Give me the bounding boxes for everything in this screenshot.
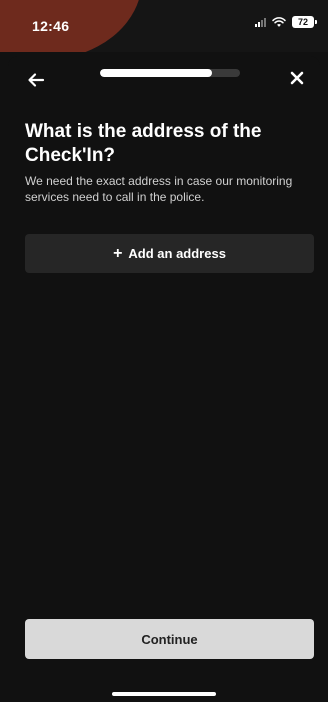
status-time: 12:46 [32,18,70,34]
status-icons: 72 [255,16,317,28]
add-address-button[interactable]: + Add an address [25,234,314,273]
plus-icon: + [113,244,123,262]
status-bar-accent [0,0,142,52]
signal-icon [255,17,266,27]
add-address-label: Add an address [128,246,226,261]
address-sheet: What is the address of the Check'In? We … [8,56,320,702]
back-button[interactable] [24,68,48,92]
arrow-left-icon [28,73,45,87]
close-icon [290,71,304,85]
continue-button[interactable]: Continue [25,619,314,659]
status-bar: 12:46 72 [0,0,328,52]
page-subtitle: We need the exact address in case our mo… [25,174,293,204]
progress-fill [100,69,212,77]
wifi-icon [272,17,286,27]
battery-icon: 72 [292,16,317,28]
page-title: What is the address of the Check'In? [25,121,262,166]
home-indicator [112,692,216,696]
close-button[interactable] [286,67,308,89]
progress-bar [100,69,240,77]
